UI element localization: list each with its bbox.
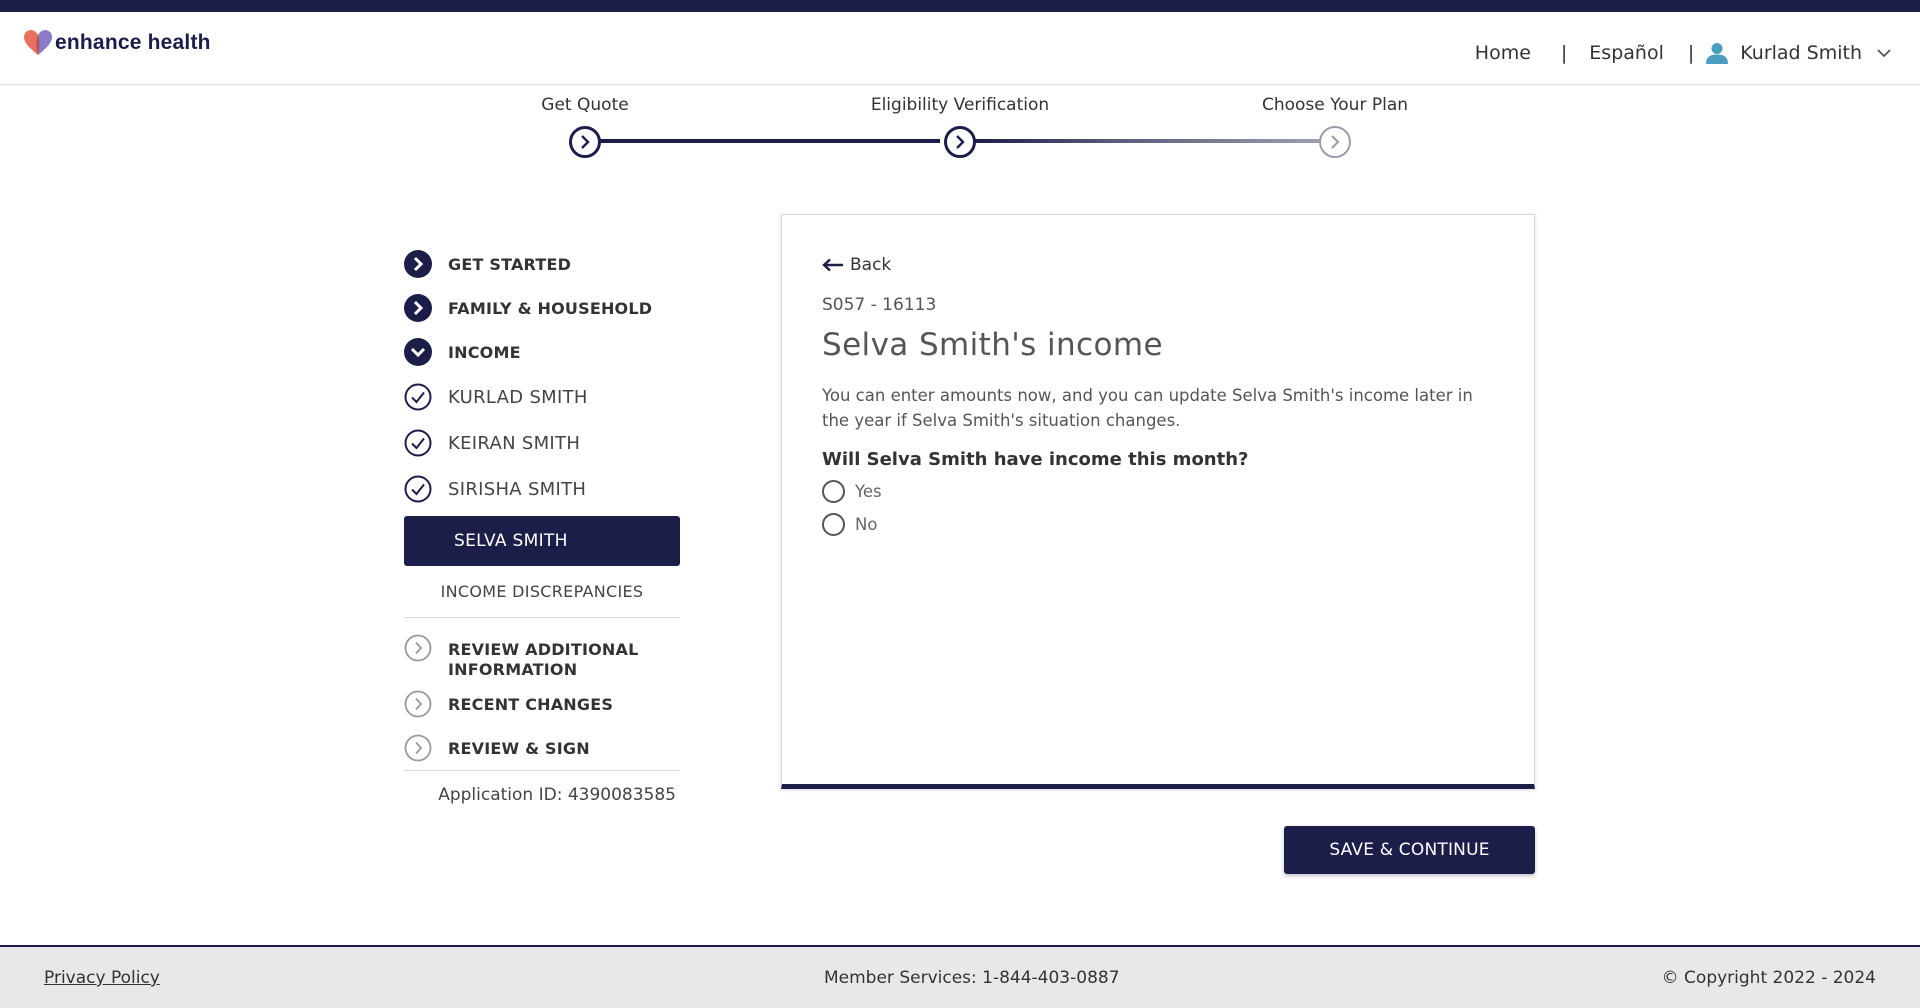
radio-label-no: No xyxy=(855,515,878,534)
arrow-left-icon xyxy=(822,258,843,272)
top-accent-bar xyxy=(0,0,1920,12)
radio-option-no[interactable]: No xyxy=(822,513,877,536)
nav-espanol-link[interactable]: Español xyxy=(1589,42,1664,64)
application-sidebar: GET STARTED FAMILY & HOUSEHOLD INCOME KU… xyxy=(404,242,680,805)
progress-track-completed xyxy=(600,139,940,143)
sidebar-item-label: SIRISHA SMITH xyxy=(448,478,587,500)
privacy-policy-link[interactable]: Privacy Policy xyxy=(44,968,160,988)
screen-code: S057 - 16113 xyxy=(822,295,937,315)
sidebar-item-label: REVIEW & SIGN xyxy=(448,738,590,758)
radio-option-yes[interactable]: Yes xyxy=(822,480,882,503)
check-circle-icon xyxy=(404,429,432,457)
sidebar-item-get-started[interactable]: GET STARTED xyxy=(404,242,680,286)
chevron-right-icon xyxy=(581,135,590,149)
income-question-card: Back S057 - 16113 Selva Smith's income Y… xyxy=(781,214,1535,789)
sidebar-item-label-line2: INFORMATION xyxy=(448,660,578,679)
nav-separator: | xyxy=(1687,42,1695,64)
chevron-down-icon[interactable] xyxy=(1876,45,1892,61)
step-choose-plan[interactable] xyxy=(1319,126,1351,158)
chevron-right-outline-icon xyxy=(404,734,432,762)
sidebar-item-review-sign[interactable]: REVIEW & SIGN xyxy=(404,726,680,770)
nav-separator: | xyxy=(1560,42,1568,64)
sidebar-item-label: KURLAD SMITH xyxy=(448,386,588,408)
sidebar-item-label: REVIEW ADDITIONAL INFORMATION xyxy=(448,640,638,680)
chevron-right-icon xyxy=(1331,135,1340,149)
top-nav: Home | Español | Kurlad Smith xyxy=(1475,42,1892,64)
nav-home-link[interactable]: Home xyxy=(1475,42,1531,64)
check-circle-icon xyxy=(404,383,432,411)
user-icon xyxy=(1706,43,1729,64)
sidebar-item-label: RECENT CHANGES xyxy=(448,694,614,714)
member-services-text: Member Services: 1-844-403-0887 xyxy=(824,968,1120,988)
progress-track-remaining xyxy=(975,139,1335,143)
chevron-down-filled-icon xyxy=(404,338,432,366)
sidebar-item-sirisha-smith[interactable]: SIRISHA SMITH xyxy=(404,466,680,512)
back-link[interactable]: Back xyxy=(822,255,891,275)
income-question: Will Selva Smith have income this month? xyxy=(822,449,1249,470)
user-menu-name[interactable]: Kurlad Smith xyxy=(1740,42,1862,64)
chevron-right-icon xyxy=(956,135,965,149)
application-id: Application ID: 4390083585 xyxy=(438,785,676,805)
radio-button-yes[interactable] xyxy=(822,480,845,503)
radio-button-no[interactable] xyxy=(822,513,845,536)
chevron-right-outline-icon xyxy=(404,634,432,662)
heart-logo-icon xyxy=(24,30,52,55)
logo[interactable]: enhance health xyxy=(24,30,211,56)
site-footer: Privacy Policy Member Services: 1-844-40… xyxy=(0,945,1920,1008)
site-header: enhance health Home | Español | Kurlad S… xyxy=(0,12,1920,85)
back-label: Back xyxy=(850,255,892,275)
sidebar-item-family-household[interactable]: FAMILY & HOUSEHOLD xyxy=(404,286,680,330)
sidebar-item-kurlad-smith[interactable]: KURLAD SMITH xyxy=(404,374,680,420)
chevron-right-filled-icon xyxy=(404,250,432,278)
step-get-quote[interactable] xyxy=(569,126,601,158)
step-label-get-quote: Get Quote xyxy=(541,95,629,115)
progress-stepper: Get Quote Eligibility Verification Choos… xyxy=(0,85,1920,175)
sidebar-item-income[interactable]: INCOME xyxy=(404,330,680,374)
page-title: Selva Smith's income xyxy=(822,327,1163,363)
step-eligibility-verification[interactable] xyxy=(944,126,976,158)
step-label-choose-plan: Choose Your Plan xyxy=(1261,95,1409,115)
sidebar-item-label: FAMILY & HOUSEHOLD xyxy=(448,298,653,318)
copyright-text: © Copyright 2022 - 2024 xyxy=(1661,968,1876,988)
sidebar-item-label: GET STARTED xyxy=(448,254,572,274)
sidebar-item-keiran-smith[interactable]: KEIRAN SMITH xyxy=(404,420,680,466)
chevron-right-filled-icon xyxy=(404,294,432,322)
radio-label-yes: Yes xyxy=(855,482,882,501)
income-description: You can enter amounts now, and you can u… xyxy=(822,386,1473,430)
sidebar-item-selva-smith-selected[interactable]: SELVA SMITH xyxy=(404,516,680,566)
sidebar-item-review-additional-information[interactable]: REVIEW ADDITIONAL INFORMATION xyxy=(404,618,680,682)
sidebar-item-label: INCOME xyxy=(448,342,521,362)
logo-text: enhance health xyxy=(55,31,211,54)
chevron-right-outline-icon xyxy=(404,690,432,718)
sidebar-item-label: KEIRAN SMITH xyxy=(448,432,581,454)
sidebar-item-income-discrepancies[interactable]: INCOME DISCREPANCIES xyxy=(404,566,680,618)
sidebar-item-label-line1: REVIEW ADDITIONAL xyxy=(448,640,639,659)
check-circle-icon xyxy=(404,475,432,503)
save-continue-button[interactable]: SAVE & CONTINUE xyxy=(1284,826,1535,874)
sidebar-item-recent-changes[interactable]: RECENT CHANGES xyxy=(404,682,680,726)
step-label-eligibility: Eligibility Verification xyxy=(870,95,1050,115)
